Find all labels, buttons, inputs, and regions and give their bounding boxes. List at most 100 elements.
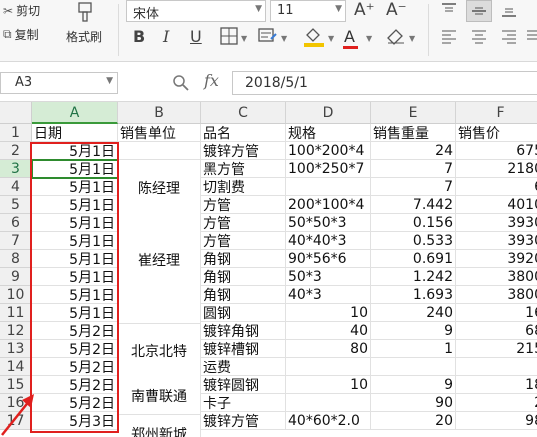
price-cell[interactable]: 3800 bbox=[456, 268, 537, 286]
grow-font-button[interactable]: A⁺ bbox=[354, 0, 375, 20]
header-cell[interactable]: 规格 bbox=[286, 124, 371, 142]
spec-cell[interactable]: 200*100*4 bbox=[286, 196, 371, 214]
row-header[interactable]: 10 bbox=[0, 286, 32, 304]
fill-color-button[interactable] bbox=[303, 27, 325, 51]
product-cell[interactable]: 切割费 bbox=[201, 178, 286, 196]
spec-cell[interactable]: 80 bbox=[286, 340, 371, 358]
price-cell[interactable]: 3800 bbox=[456, 286, 537, 304]
product-cell[interactable]: 角钢 bbox=[201, 250, 286, 268]
price-cell[interactable]: 68 bbox=[456, 322, 537, 340]
weight-cell[interactable]: 9 bbox=[371, 376, 456, 394]
row-header[interactable]: 6 bbox=[0, 214, 32, 232]
date-cell[interactable]: 5月2日 bbox=[32, 322, 118, 340]
product-cell[interactable]: 镀锌角钢 bbox=[201, 322, 286, 340]
column-header-e[interactable]: E bbox=[371, 102, 456, 124]
font-color-button[interactable]: A bbox=[343, 27, 358, 49]
date-cell[interactable]: 5月1日 bbox=[32, 178, 118, 196]
row-header[interactable]: 7 bbox=[0, 232, 32, 250]
spec-cell[interactable] bbox=[286, 178, 371, 196]
column-header-f[interactable]: F bbox=[456, 102, 537, 124]
date-cell[interactable]: 5月3日 bbox=[32, 412, 118, 430]
weight-cell[interactable]: 1.693 bbox=[371, 286, 456, 304]
date-cell[interactable]: 5月1日 bbox=[32, 214, 118, 232]
date-cell[interactable]: 5月2日 bbox=[32, 394, 118, 412]
formula-input[interactable]: 2018/5/1 bbox=[232, 71, 537, 95]
weight-cell[interactable]: 20 bbox=[371, 412, 456, 430]
price-cell[interactable] bbox=[456, 358, 537, 376]
header-cell[interactable]: 日期 bbox=[32, 124, 118, 142]
insert-function-button[interactable]: fx bbox=[204, 71, 219, 90]
cut-button[interactable]: ✂ 剪切 bbox=[3, 2, 40, 19]
date-cell[interactable]: 5月2日 bbox=[32, 340, 118, 358]
clear-button[interactable] bbox=[386, 27, 406, 49]
price-cell[interactable]: 3920 bbox=[456, 250, 537, 268]
spec-cell[interactable]: 40*3 bbox=[286, 286, 371, 304]
column-header-a[interactable]: A bbox=[32, 102, 118, 124]
price-cell[interactable]: 2180 bbox=[456, 160, 537, 178]
name-box[interactable]: A3 ▼ bbox=[0, 72, 118, 94]
date-cell[interactable]: 5月1日 bbox=[32, 160, 118, 178]
spec-cell[interactable]: 10 bbox=[286, 376, 371, 394]
row-header[interactable]: 5 bbox=[0, 196, 32, 214]
align-bottom-button[interactable] bbox=[500, 2, 518, 22]
column-header-d[interactable]: D bbox=[286, 102, 371, 124]
price-cell[interactable]: 3930 bbox=[456, 232, 537, 250]
product-cell[interactable]: 方管 bbox=[201, 214, 286, 232]
row-header[interactable]: 13 bbox=[0, 340, 32, 358]
spec-cell[interactable]: 40*60*2.0 bbox=[286, 412, 371, 430]
weight-cell[interactable] bbox=[371, 358, 456, 376]
row-header[interactable]: 3 bbox=[0, 160, 32, 178]
weight-cell[interactable]: 9 bbox=[371, 322, 456, 340]
product-cell[interactable]: 卡子 bbox=[201, 394, 286, 412]
price-cell[interactable]: 16 bbox=[456, 304, 537, 322]
align-right-button[interactable] bbox=[500, 29, 518, 49]
chevron-down-icon[interactable]: ▼ bbox=[241, 34, 247, 43]
underline-button[interactable]: U bbox=[190, 27, 202, 46]
spec-cell[interactable]: 40*40*3 bbox=[286, 232, 371, 250]
date-cell[interactable]: 5月2日 bbox=[32, 358, 118, 376]
product-cell[interactable]: 镀锌圆钢 bbox=[201, 376, 286, 394]
price-cell[interactable]: 6 bbox=[456, 178, 537, 196]
spec-cell[interactable]: 90*56*6 bbox=[286, 250, 371, 268]
product-cell[interactable]: 运费 bbox=[201, 358, 286, 376]
chevron-down-icon[interactable]: ▼ bbox=[281, 34, 287, 43]
cell-style-button[interactable] bbox=[258, 27, 278, 49]
product-cell[interactable]: 黑方管 bbox=[201, 160, 286, 178]
product-cell[interactable]: 圆钢 bbox=[201, 304, 286, 322]
date-cell[interactable]: 5月1日 bbox=[32, 286, 118, 304]
spec-cell[interactable] bbox=[286, 394, 371, 412]
align-center-button[interactable] bbox=[470, 29, 488, 49]
product-cell[interactable]: 镀锌方管 bbox=[201, 412, 286, 430]
spec-cell[interactable] bbox=[286, 358, 371, 376]
unit-cell-zhengzhou[interactable]: 郑州新城 bbox=[118, 424, 201, 437]
align-left-button[interactable] bbox=[440, 29, 458, 49]
column-header-c[interactable]: C bbox=[201, 102, 286, 124]
row-header[interactable]: 2 bbox=[0, 142, 32, 160]
borders-button[interactable] bbox=[220, 27, 238, 49]
price-cell[interactable]: 675 bbox=[456, 142, 537, 160]
select-all-corner[interactable] bbox=[0, 102, 32, 124]
weight-cell[interactable]: 1.242 bbox=[371, 268, 456, 286]
weight-cell[interactable]: 0.156 bbox=[371, 214, 456, 232]
date-cell[interactable]: 5月1日 bbox=[32, 304, 118, 322]
date-cell[interactable]: 5月1日 bbox=[32, 250, 118, 268]
header-cell[interactable]: 销售重量 bbox=[371, 124, 456, 142]
align-top-button[interactable] bbox=[440, 2, 458, 22]
justify-button[interactable] bbox=[526, 29, 537, 49]
copy-button[interactable]: ⧉ 复制 bbox=[3, 26, 39, 43]
weight-cell[interactable]: 0.533 bbox=[371, 232, 456, 250]
weight-cell[interactable]: 7.442 bbox=[371, 196, 456, 214]
product-cell[interactable]: 镀锌方管 bbox=[201, 142, 286, 160]
spec-cell[interactable]: 40 bbox=[286, 322, 371, 340]
spec-cell[interactable]: 50*3 bbox=[286, 268, 371, 286]
row-header[interactable]: 4 bbox=[0, 178, 32, 196]
header-cell[interactable]: 销售单位 bbox=[118, 124, 201, 142]
price-cell[interactable]: 215 bbox=[456, 340, 537, 358]
unit-cell-nancao[interactable]: 南曹联通 bbox=[118, 378, 201, 415]
zoom-search-icon[interactable] bbox=[172, 74, 190, 96]
row-header[interactable]: 1 bbox=[0, 124, 32, 142]
product-cell[interactable]: 角钢 bbox=[201, 268, 286, 286]
bold-button[interactable]: B bbox=[133, 27, 145, 46]
price-cell[interactable]: 18 bbox=[456, 376, 537, 394]
header-cell[interactable]: 品名 bbox=[201, 124, 286, 142]
